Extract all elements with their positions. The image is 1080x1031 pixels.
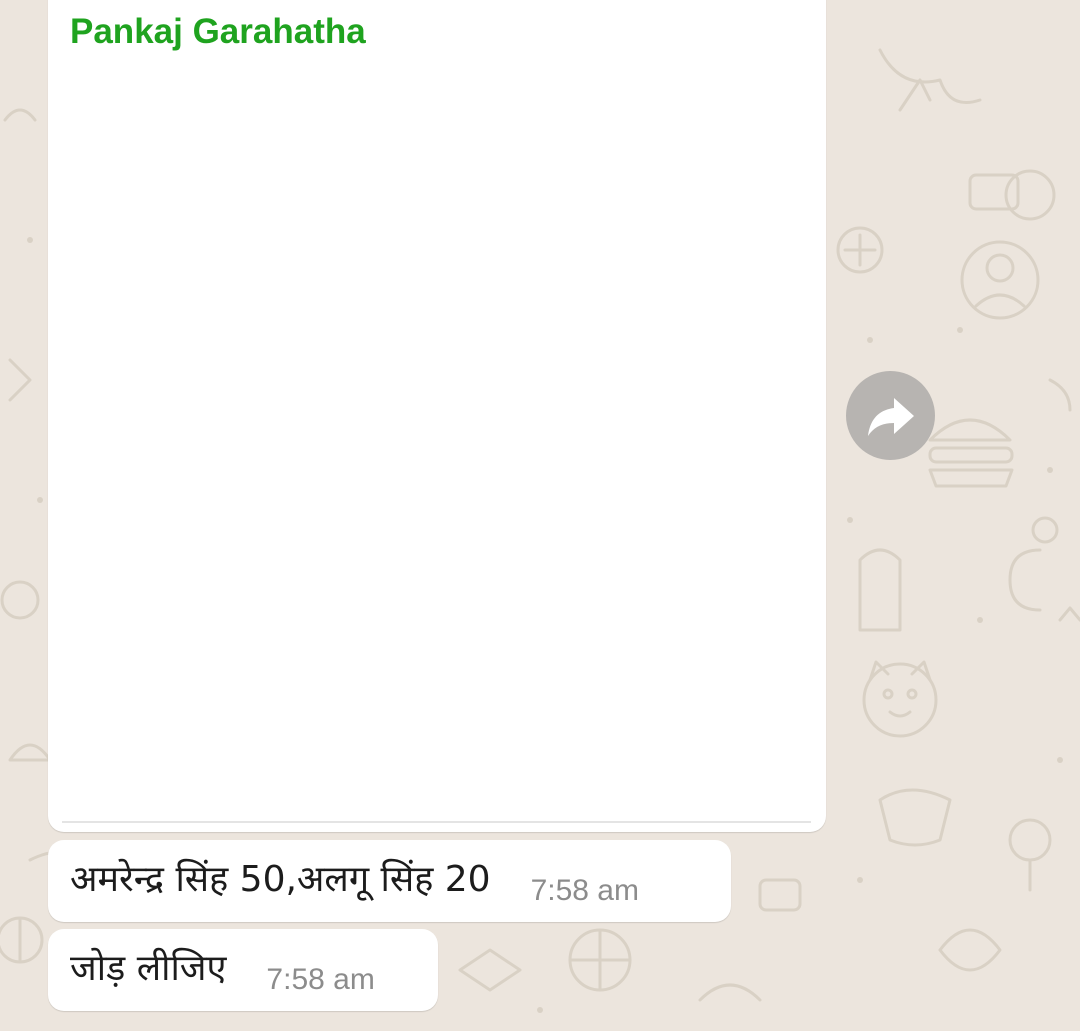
forward-button[interactable] xyxy=(846,371,935,460)
message-bubble[interactable]: जोड़ लीजिए 7:58 am xyxy=(48,929,438,1011)
image-message-bubble[interactable] xyxy=(48,0,826,832)
message-bubble[interactable]: अमरेन्द्र सिंह 50,अलगू सिंह 20 7:58 am xyxy=(48,840,731,922)
message-text: अमरेन्द्र सिंह 50,अलगू सिंह 20 xyxy=(70,859,491,900)
message-timestamp: 7:58 am xyxy=(266,963,375,996)
message-timestamp: 7:58 am xyxy=(530,874,639,907)
forward-icon xyxy=(867,397,914,436)
bubble-tail xyxy=(28,0,50,2)
sender-name[interactable]: Pankaj Garahatha xyxy=(70,12,366,52)
media-divider xyxy=(62,821,811,823)
message-text: जोड़ लीजिए xyxy=(70,948,227,989)
